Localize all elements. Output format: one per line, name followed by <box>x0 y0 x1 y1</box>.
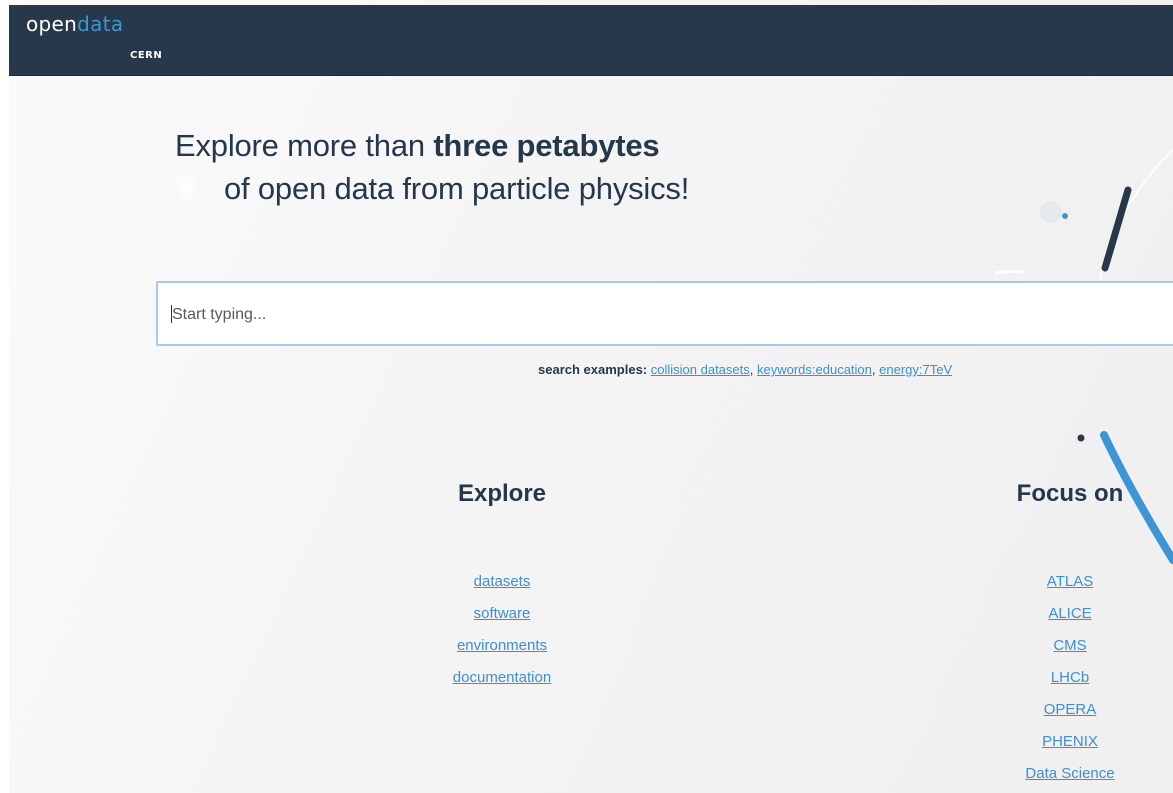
example-link-collision-datasets[interactable]: collision datasets <box>651 362 750 377</box>
focus-link-cms[interactable]: CMS <box>1053 637 1086 654</box>
left-strip <box>0 0 9 793</box>
example-link-keywords-education[interactable]: keywords:education <box>757 362 872 377</box>
logo-open-text: open <box>26 12 78 36</box>
focus-section: Focus on ATLAS ALICE CMS LHCb OPERA PHEN… <box>970 480 1170 790</box>
search-box <box>156 281 1173 346</box>
focus-links: ATLAS ALICE CMS LHCb OPERA PHENIX Data S… <box>970 566 1170 790</box>
hero-highlight: three petabytes <box>433 128 660 163</box>
logo-data-text: data <box>77 12 124 36</box>
text-caret <box>171 305 172 323</box>
focus-link-data-science[interactable]: Data Science <box>1025 765 1114 782</box>
opendata-cern-logo[interactable]: opendata CERN <box>26 12 162 61</box>
explore-link-documentation[interactable]: documentation <box>453 669 551 686</box>
focus-heading: Focus on <box>1016 480 1124 507</box>
explore-links: datasets software environments documenta… <box>402 566 602 694</box>
focus-link-alice[interactable]: ALICE <box>1048 605 1091 622</box>
logo-cern-text: CERN <box>130 50 163 61</box>
page: opendata CERN Explore more than three pe… <box>0 0 1173 793</box>
explore-link-software[interactable]: software <box>474 605 531 622</box>
focus-link-opera[interactable]: OPERA <box>1044 701 1097 718</box>
explore-link-datasets[interactable]: datasets <box>474 573 531 590</box>
focus-link-atlas[interactable]: ATLAS <box>1047 573 1093 590</box>
hero-headline-line2: of open data from particle physics! <box>224 171 690 206</box>
decorative-smudge <box>172 168 200 206</box>
example-link-energy-7tev[interactable]: energy:7TeV <box>879 362 952 377</box>
search-examples: search examples: collision datasets, key… <box>538 362 953 377</box>
explore-section: Explore datasets software environments d… <box>402 480 602 694</box>
top-navbar: opendata CERN <box>9 5 1173 76</box>
focus-link-phenix[interactable]: PHENIX <box>1042 733 1098 750</box>
hero-line1-prefix: Explore more than <box>175 128 434 163</box>
explore-link-environments[interactable]: environments <box>457 637 547 654</box>
focus-link-lhcb[interactable]: LHCb <box>1051 669 1089 686</box>
search-input[interactable] <box>170 283 1173 346</box>
search-examples-label: search examples: <box>538 362 648 377</box>
explore-heading: Explore <box>457 480 547 507</box>
hero-headline-line1: Explore more than three petabytes <box>175 128 660 164</box>
